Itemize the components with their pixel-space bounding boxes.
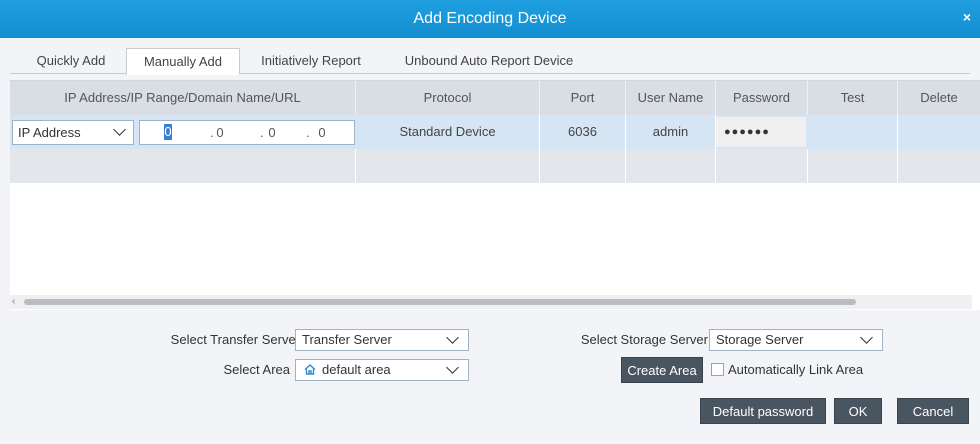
ip-octet-2[interactable]: 0 [210,121,230,144]
empty-cell [716,149,808,183]
auto-link-area-checkbox[interactable] [711,363,724,376]
table-row[interactable] [10,149,980,183]
storage-server-label: Select Storage Server [580,332,708,347]
area-label: Select Area [223,362,291,377]
empty-cell [356,149,540,183]
tab-manually-add[interactable]: Manually Add [126,48,240,75]
chevron-down-icon [446,361,459,374]
arrow-left-icon[interactable]: ‹ [12,297,15,307]
empty-cell [540,149,626,183]
close-icon[interactable]: × [960,9,974,25]
settings-panel: Select Transfer Server Transfer Server S… [10,318,980,444]
tab-unbound-auto-report-device[interactable]: Unbound Auto Report Device [384,48,594,74]
storage-server-select[interactable]: Storage Server [709,329,883,351]
tab-initiatively-report[interactable]: Initiatively Report [248,48,374,74]
ok-button[interactable]: OK [834,398,882,424]
user-name-cell[interactable]: admin [626,115,716,149]
area-select[interactable]: default area [295,359,469,381]
column-header-port: Port [540,81,626,115]
ip-address-input[interactable]: 0 . 0 . 0 . 0 [139,120,355,145]
title-bar: Add Encoding Device × [0,0,980,38]
transfer-server-value: Transfer Server [302,332,392,347]
table-row[interactable]: IP Address 0 . 0 . 0 . 0 Standard Device… [10,115,980,149]
address-type-value: IP Address [18,125,81,140]
transfer-server-select[interactable]: Transfer Server [295,329,469,351]
scrollbar-thumb[interactable] [24,299,856,305]
home-icon [304,364,316,375]
chevron-down-icon [113,123,126,136]
empty-cell [10,149,356,183]
password-field[interactable]: ●●●●●● [716,117,806,147]
horizontal-scrollbar[interactable]: ‹ [10,295,972,309]
ip-octet-3[interactable]: 0 [262,121,282,144]
ip-octet-1[interactable]: 0 [164,124,172,140]
chevron-down-icon [860,331,873,344]
tab-bar: Quickly Add Manually Add Initiatively Re… [10,48,970,75]
chevron-down-icon [446,331,459,344]
area-value: default area [322,362,391,377]
table-header: IP Address/IP Range/Domain Name/URL Prot… [10,81,980,115]
delete-cell[interactable] [898,115,980,149]
storage-server-value: Storage Server [716,332,804,347]
cancel-button[interactable]: Cancel [897,398,969,424]
column-header-address: IP Address/IP Range/Domain Name/URL [10,81,356,115]
tab-quickly-add[interactable]: Quickly Add [24,48,118,74]
transfer-server-label: Select Transfer Server [170,332,300,347]
column-header-protocol: Protocol [356,81,540,115]
column-header-password: Password [716,81,808,115]
port-cell[interactable]: 6036 [540,115,626,149]
address-type-select[interactable]: IP Address [12,120,134,145]
default-password-button[interactable]: Default password [700,398,826,424]
dialog-title: Add Encoding Device [413,10,567,27]
protocol-cell[interactable]: Standard Device [356,115,540,149]
empty-cell [626,149,716,183]
ip-octet-4[interactable]: 0 [312,121,332,144]
add-encoding-device-dialog: Add Encoding Device × Quickly Add Manual… [0,0,980,444]
device-table: IP Address/IP Range/Domain Name/URL Prot… [10,80,980,310]
create-area-button[interactable]: Create Area [621,357,703,383]
column-header-user-name: User Name [626,81,716,115]
auto-link-area-label: Automatically Link Area [728,362,864,377]
ip-separator: . [306,125,310,140]
column-header-test: Test [808,81,898,115]
column-header-delete: Delete [920,90,958,105]
empty-cell [808,149,898,183]
test-cell[interactable] [808,115,898,149]
